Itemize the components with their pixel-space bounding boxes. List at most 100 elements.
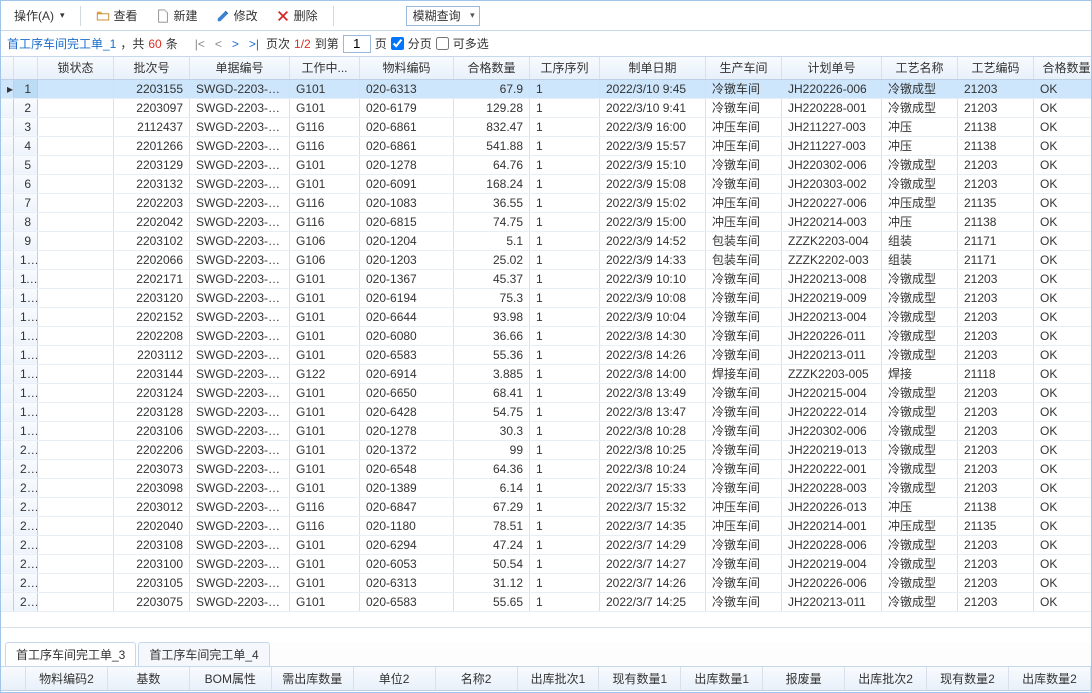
fuzzy-search-combo[interactable]: 模糊查询▾ [406,6,480,26]
first-page-button[interactable]: |< [192,37,208,51]
paging-checkbox[interactable] [391,37,404,50]
table-row[interactable]: 152203112SWGD-2203-073G101020-658355.361… [1,345,1091,364]
cell-ok: OK [1034,250,1092,269]
cell-proc: 冷镦成型 [882,459,958,478]
cell-ok: OK [1034,364,1092,383]
tab-detail-3[interactable]: 首工序车间完工单_3 [5,642,136,666]
prev-page-button[interactable]: < [212,37,225,51]
cell-pcode: 21203 [958,402,1034,421]
table-row[interactable]: 112202171SWGD-2203-079G101020-136745.371… [1,269,1091,288]
tab-detail-4[interactable]: 首工序车间完工单_4 [138,642,269,666]
table-row[interactable]: 232203012SWGD-2203-055G116020-684767.291… [1,497,1091,516]
main-grid[interactable]: 锁状态批次号单据编号工作中...物料编码合格数量工序序列制单日期生产车间计划单号… [1,57,1091,627]
detail-column-header[interactable]: 单位2 [353,667,435,690]
horizontal-scrollbar[interactable] [1,627,1091,643]
table-row[interactable]: 172203124SWGD-2203-071G101020-665068.411… [1,383,1091,402]
next-page-button[interactable]: > [229,37,242,51]
column-header[interactable]: 合格数量 [454,57,530,79]
table-row[interactable]: 92203102SWGD-2203-084G106020-12045.11202… [1,231,1091,250]
column-header[interactable]: 工艺名称 [882,57,958,79]
detail-column-header[interactable] [1,667,26,690]
page-indicator: 1/2 [294,37,311,51]
column-header[interactable]: 工作中... [290,57,360,79]
last-page-button[interactable]: >| [246,37,262,51]
table-row[interactable]: 132202152SWGD-2203-076G101020-664493.981… [1,307,1091,326]
table-row[interactable]: 32112437SWGD-2203-091G116020-6861832.471… [1,117,1091,136]
detail-grid[interactable]: 物料编码2基数BOM属性需出库数量单位2名称2出库批次1现有数量1出库数量1报废… [1,667,1091,692]
detail-column-header[interactable]: 现有数量2 [927,667,1009,690]
table-row[interactable]: 222203098SWGD-2203-056G101020-13896.1412… [1,478,1091,497]
table-row[interactable]: 252203108SWGD-2203-053G101020-629447.241… [1,535,1091,554]
cell-proc: 冲压成型 [882,516,958,535]
cell-batch: 2203075 [114,592,190,611]
cell-lock [38,193,114,212]
column-header[interactable]: 合格数量... [1034,57,1092,79]
table-row[interactable]: 42201266SWGD-2203-089G116020-6861541.881… [1,136,1091,155]
detail-column-header[interactable]: 出库数量1 [681,667,763,690]
column-header[interactable]: 物料编码 [360,57,454,79]
table-row[interactable]: 62203132SWGD-2203-087G101020-6091168.241… [1,174,1091,193]
column-header[interactable]: 工艺编码 [958,57,1034,79]
column-header[interactable]: 单据编号 [190,57,290,79]
detail-column-header[interactable]: 出库批次1 [517,667,599,690]
view-button[interactable]: 查看 [89,3,145,28]
column-header[interactable]: 生产车间 [706,57,782,79]
cell-plan: JH220213-004 [782,307,882,326]
cell-plan: JH211227-003 [782,136,882,155]
cell-proc: 冷镦成型 [882,592,958,611]
detail-column-header[interactable]: 现有数量1 [599,667,681,690]
table-row[interactable]: ▸12203155SWGD-2203-093G101020-631367.912… [1,79,1091,98]
cell-date: 2022/3/7 15:33 [600,478,706,497]
cell-proc: 组装 [882,250,958,269]
table-row[interactable]: 282203075SWGD-2203-050G101020-658355.651… [1,592,1091,611]
page-input[interactable] [343,35,371,53]
cell-shop: 冷镦车间 [706,478,782,497]
detail-column-header[interactable]: 出库批次2 [845,667,927,690]
column-header[interactable]: 计划单号 [782,57,882,79]
cell-mat: 020-6583 [360,592,454,611]
detail-column-header[interactable]: BOM属性 [189,667,271,690]
table-row[interactable]: 22203097SWGD-2203-092G101020-6179129.281… [1,98,1091,117]
cell-ok: OK [1034,136,1092,155]
table-row[interactable]: 272203105SWGD-2203-051G101020-631331.121… [1,573,1091,592]
column-header[interactable] [1,57,14,79]
table-row[interactable]: 212203073SWGD-2203-065G101020-654864.361… [1,459,1091,478]
table-row[interactable]: 72202203SWGD-2203-086G116020-108336.5512… [1,193,1091,212]
column-header[interactable] [14,57,38,79]
table-row[interactable]: 122203120SWGD-2203-077G101020-619475.312… [1,288,1091,307]
cell-seq: 1 [530,326,600,345]
cell-lock [38,250,114,269]
column-header[interactable]: 工序序列 [530,57,600,79]
table-row[interactable]: 82202042SWGD-2203-085G116020-681574.7512… [1,212,1091,231]
new-button[interactable]: 新建 [149,3,205,28]
column-header[interactable]: 批次号 [114,57,190,79]
table-row[interactable]: 242202040SWGD-2203-054G116020-118078.511… [1,516,1091,535]
action-menu[interactable]: 操作(A)▾ [7,3,72,28]
column-header[interactable]: 制单日期 [600,57,706,79]
detail-column-header[interactable]: 出库数量2 [1008,667,1090,690]
edit-button[interactable]: 修改 [209,3,265,28]
table-row[interactable]: 52203129SWGD-2203-088G101020-127864.7612… [1,155,1091,174]
table-row[interactable]: 182203128SWGD-2203-070G101020-642854.751… [1,402,1091,421]
cell-wc: G116 [290,516,360,535]
table-row[interactable]: 142202208SWGD-2203-074G101020-608036.661… [1,326,1091,345]
delete-button[interactable]: 删除 [269,3,325,28]
detail-column-header[interactable]: 名称2 [435,667,517,690]
dataset-link[interactable]: 首工序车间完工单_1 [7,35,116,52]
cell-batch: 2203155 [114,79,190,98]
table-row[interactable]: 102202066SWGD-2203-082G106020-120325.021… [1,250,1091,269]
detail-column-header[interactable]: 物料编码2 [26,667,108,690]
multiselect-checkbox[interactable] [436,37,449,50]
column-header[interactable]: 锁状态 [38,57,114,79]
detail-column-header[interactable]: 基数 [107,667,189,690]
cell-plan: JH220215-004 [782,383,882,402]
detail-column-header[interactable]: 报废量 [763,667,845,690]
cell-plan: JH220222-014 [782,402,882,421]
cell-mat: 020-6861 [360,136,454,155]
table-row[interactable]: 202202206SWGD-2203-066G101020-1372991202… [1,440,1091,459]
table-row[interactable]: 262203100SWGD-2203-052G101020-605350.541… [1,554,1091,573]
detail-column-header[interactable]: 需出库数量 [271,667,353,690]
table-row[interactable]: 162203144SWGD-2203-072G122020-69143.8851… [1,364,1091,383]
table-row[interactable]: 192203106SWGD-2203-067G101020-127830.312… [1,421,1091,440]
cell-proc: 冷镦成型 [882,155,958,174]
